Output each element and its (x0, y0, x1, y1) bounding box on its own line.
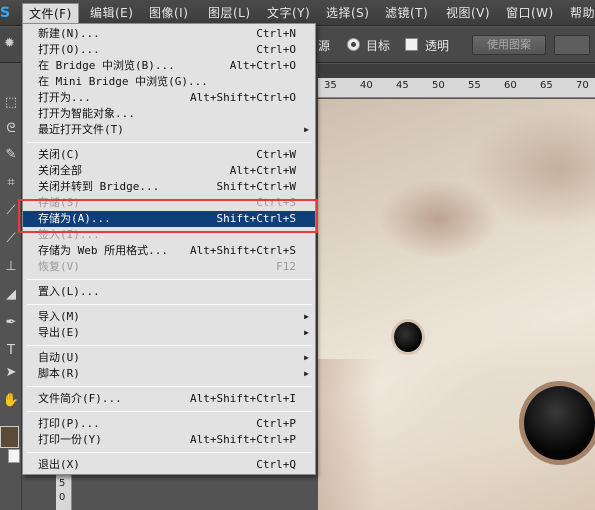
menu-item-new[interactable]: 新建(N)... Ctrl+N (23, 26, 315, 42)
menu-item-close-all[interactable]: 关闭全部 Alt+Ctrl+W (23, 163, 315, 179)
menu-file[interactable]: 文件(F) (22, 3, 79, 23)
ruler-tick: 35 (324, 80, 337, 91)
target-label: 目标 (366, 39, 391, 53)
pen-tool-icon[interactable]: ✒ (2, 314, 20, 332)
menu-item-automate[interactable]: 自动(U) ▶ (23, 350, 315, 366)
ruler-tick: 55 (468, 80, 481, 91)
menu-separator (27, 345, 312, 346)
target-radio[interactable] (347, 38, 360, 51)
document-tab-bar (318, 64, 595, 78)
menu-window[interactable]: 窗口(W) (500, 3, 560, 23)
menu-item-scripts[interactable]: 脚本(R) ▶ (23, 366, 315, 382)
seal-nose-shade (318, 359, 378, 510)
menu-item-print[interactable]: 打印(P)... Ctrl+P (23, 416, 315, 432)
image-canvas[interactable] (318, 99, 595, 510)
submenu-arrow-icon: ▶ (304, 328, 309, 337)
menu-item-close-go-bridge[interactable]: 关闭并转到 Bridge... Shift+Ctrl+W (23, 179, 315, 195)
path-select-tool-icon[interactable]: ➤ (2, 364, 20, 382)
transparent-checkbox[interactable] (405, 38, 418, 51)
toolbox: ⬚ ᘓ ✎ ⌗ ⟋ ⟋ ⊥ ◢ ✒ T ➤ ✋ (0, 64, 22, 510)
crop-tool-icon[interactable]: ⌗ (2, 174, 20, 192)
transparent-label: 透明 (425, 39, 450, 53)
menu-item-print-one-copy[interactable]: 打印一份(Y) Alt+Shift+Ctrl+P (23, 432, 315, 448)
submenu-arrow-icon: ▶ (304, 353, 309, 362)
menu-view[interactable]: 视图(V) (440, 3, 496, 23)
ruler-tick: 60 (504, 80, 517, 91)
seal-eye-right (524, 386, 595, 460)
menu-separator (27, 279, 312, 280)
menu-separator (27, 304, 312, 305)
eraser-tool-icon[interactable]: ◢ (2, 286, 20, 304)
menu-help[interactable]: 帮助 (564, 3, 595, 23)
lasso-tool-icon[interactable]: ᘓ (2, 120, 20, 138)
menu-item-place[interactable]: 置入(L)... (23, 284, 315, 300)
menu-select[interactable]: 选择(S) (320, 3, 375, 23)
menu-edit[interactable]: 编辑(E) (84, 3, 139, 23)
menu-item-import[interactable]: 导入(M) ▶ (23, 309, 315, 325)
menu-separator (27, 411, 312, 412)
menu-item-exit[interactable]: 退出(X) Ctrl+Q (23, 457, 315, 473)
hand-tool-icon[interactable]: ✋ (2, 392, 20, 410)
menu-item-revert[interactable]: 恢复(V) F12 (23, 259, 315, 275)
menu-item-save-as[interactable]: 存储为(A)... Shift+Ctrl+S (23, 211, 315, 227)
foreground-color-swatch[interactable] (0, 426, 19, 448)
menu-item-open[interactable]: 打开(O)... Ctrl+O (23, 42, 315, 58)
ruler-tick: 45 (396, 80, 409, 91)
pattern-dropdown[interactable] (554, 35, 590, 55)
marquee-tool-icon[interactable]: ⬚ (2, 94, 20, 112)
menu-layer[interactable]: 图层(L) (202, 3, 257, 23)
use-pattern-button[interactable]: 使用图案 (472, 35, 546, 55)
menu-item-file-info[interactable]: 文件简介(F)... Alt+Shift+Ctrl+I (23, 391, 315, 407)
menu-item-open-smart-object[interactable]: 打开为智能对象... (23, 106, 315, 122)
source-label: 源 (318, 39, 331, 53)
eyedropper-tool-icon[interactable]: ⟋ (2, 202, 20, 220)
menu-type[interactable]: 文字(Y) (261, 3, 316, 23)
menu-item-export[interactable]: 导出(E) ▶ (23, 325, 315, 341)
horizontal-ruler[interactable]: 35 40 45 50 55 60 65 70 (318, 78, 595, 98)
ruler-tick: 50 (432, 80, 445, 91)
ruler-tick: 0 (59, 492, 66, 503)
menu-item-save[interactable]: 存储(S) Ctrl+S (23, 195, 315, 211)
photoshop-logo: S (0, 5, 11, 21)
tool-preset-icon[interactable]: ✹ (4, 37, 18, 51)
stamp-tool-icon[interactable]: ⊥ (2, 258, 20, 276)
background-color-swatch[interactable] (8, 449, 20, 463)
ruler-tick: 5 (59, 478, 66, 489)
ruler-tick: 65 (540, 80, 553, 91)
ruler-tick: 70 (576, 80, 589, 91)
menu-separator (27, 142, 312, 143)
menu-item-close[interactable]: 关闭(C) Ctrl+W (23, 147, 315, 163)
menu-item-browse-bridge[interactable]: 在 Bridge 中浏览(B)... Alt+Ctrl+O (23, 58, 315, 74)
menu-filter[interactable]: 滤镜(T) (379, 3, 434, 23)
type-tool-icon[interactable]: T (2, 342, 20, 360)
menu-separator (27, 386, 312, 387)
brush-tool-icon[interactable]: ⟋ (2, 230, 20, 248)
menu-item-browse-mini-bridge[interactable]: 在 Mini Bridge 中浏览(G)... (23, 74, 315, 90)
menu-item-recent-files[interactable]: 最近打开文件(T) ▶ (23, 122, 315, 138)
quick-select-tool-icon[interactable]: ✎ (2, 146, 20, 164)
menu-item-open-as[interactable]: 打开为... Alt+Shift+Ctrl+O (23, 90, 315, 106)
menu-item-save-for-web[interactable]: 存储为 Web 所用格式... Alt+Shift+Ctrl+S (23, 243, 315, 259)
seal-eye-left (394, 322, 422, 352)
menu-item-check-in[interactable]: 签入(I)... (23, 227, 315, 243)
menu-image[interactable]: 图像(I) (143, 3, 194, 23)
menu-separator (27, 452, 312, 453)
ruler-tick: 40 (360, 80, 373, 91)
submenu-arrow-icon: ▶ (304, 312, 309, 321)
submenu-arrow-icon: ▶ (304, 369, 309, 378)
vertical-ruler[interactable]: 5 0 (56, 470, 72, 510)
file-menu-dropdown: 新建(N)... Ctrl+N 打开(O)... Ctrl+O 在 Bridge 中… (22, 23, 316, 475)
submenu-arrow-icon: ▶ (304, 125, 309, 134)
